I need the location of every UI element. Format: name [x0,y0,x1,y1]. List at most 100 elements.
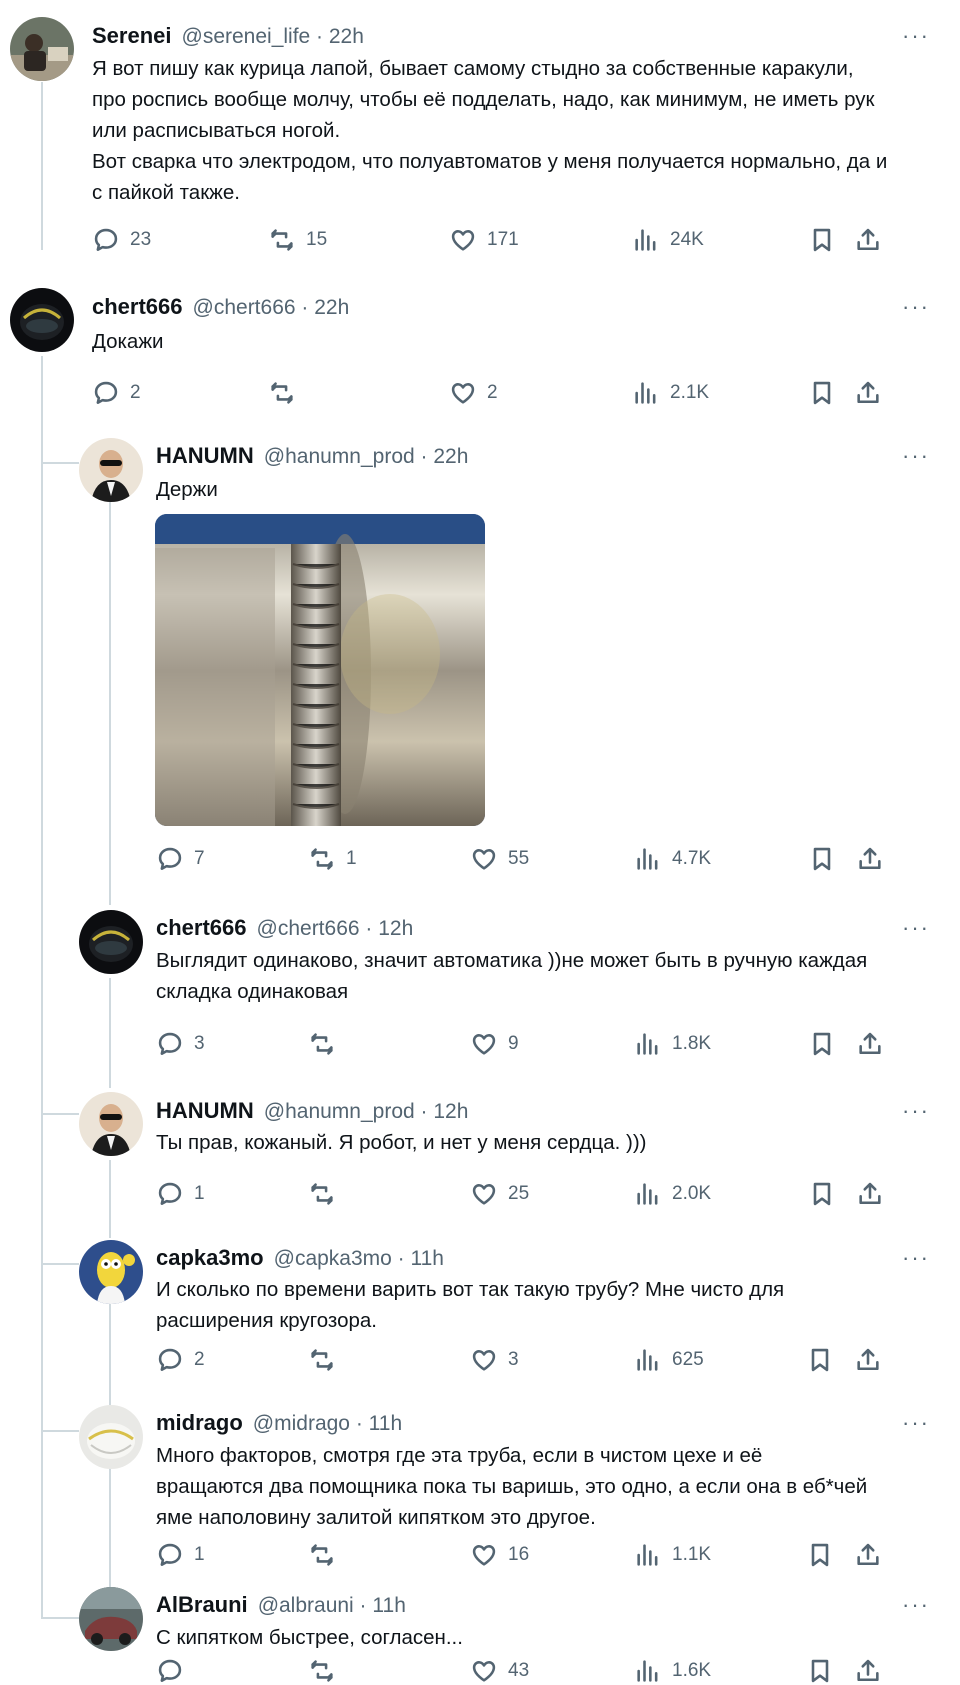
avatar[interactable] [79,1405,143,1469]
retweet-button[interactable] [308,1180,346,1208]
thread-line-nested [109,1467,111,1595]
reply-button[interactable]: 1 [156,1541,205,1569]
author-handle-time[interactable]: @hanumn_prod · 12h [264,1100,469,1124]
author-handle-time[interactable]: @hanumn_prod · 22h [264,445,469,469]
views-button[interactable]: 1.6K [634,1657,711,1685]
reply-button[interactable]: 3 [156,1030,205,1058]
views-button[interactable]: 1.1K [634,1541,711,1569]
more-options-button[interactable]: ··· [902,296,930,318]
like-button[interactable]: 55 [470,845,529,873]
avatar[interactable] [79,1240,143,1304]
action-bar: 7 1 55 4.7K [156,845,896,875]
share-button[interactable] [854,379,882,407]
bookmark-button[interactable] [808,1180,836,1208]
retweet-button[interactable] [268,379,306,407]
author-handle-time[interactable]: @albrauni · 11h [258,1594,406,1618]
thread-line-nested [109,500,111,905]
author-handle-time[interactable]: @midrago · 11h [253,1412,402,1436]
reply-count: 2 [194,1349,205,1370]
retweet-button[interactable] [308,1030,346,1058]
bookmark-button[interactable] [808,379,836,407]
reply-button[interactable]: 2 [156,1346,205,1374]
avatar[interactable] [79,438,143,502]
reply-button[interactable]: 1 [156,1180,205,1208]
bookmark-icon [813,381,831,405]
bookmark-button[interactable] [806,1346,834,1374]
like-button[interactable]: 25 [470,1180,529,1208]
retweet-button[interactable] [308,1346,346,1374]
author-name[interactable]: HANUMN [156,443,254,469]
more-options-button[interactable]: ··· [902,445,930,467]
author-name[interactable]: midrago [156,1410,243,1436]
views-button[interactable]: 4.7K [634,845,711,873]
bookmark-button[interactable] [806,1541,834,1569]
share-button[interactable] [854,1346,882,1374]
more-options-button[interactable]: ··· [902,917,930,939]
share-button[interactable] [856,845,884,873]
more-options-button[interactable]: ··· [902,1247,930,1269]
views-button[interactable]: 1.8K [634,1030,711,1058]
bookmark-icon [811,1543,829,1567]
author-name[interactable]: capka3mo [156,1245,264,1271]
share-button[interactable] [854,1541,882,1569]
like-button[interactable]: 9 [470,1030,519,1058]
reply-button[interactable] [156,1657,194,1685]
views-button[interactable]: 24K [632,226,704,254]
share-button[interactable] [854,1657,882,1685]
more-options-button[interactable]: ··· [902,1594,930,1616]
share-icon [857,1659,879,1682]
author-handle-time[interactable]: @capka3mo · 11h [274,1247,444,1271]
like-button[interactable]: 3 [470,1346,519,1374]
reply-button[interactable]: 23 [92,226,151,254]
like-button[interactable]: 171 [449,226,519,254]
bookmark-button[interactable] [808,1030,836,1058]
more-options-button[interactable]: ··· [902,25,930,47]
retweet-icon [271,382,293,404]
bookmark-button[interactable] [808,226,836,254]
thread-branch [41,462,79,464]
author-handle-time[interactable]: @serenei_life · 22h [182,25,364,49]
share-button[interactable] [856,1030,884,1058]
views-button[interactable]: 625 [634,1346,704,1374]
reply-count: 3 [194,1033,205,1054]
action-bar: 3 9 1.8K [156,1030,896,1060]
reply-button[interactable]: 2 [92,379,141,407]
author-name[interactable]: HANUMN [156,1098,254,1124]
bookmark-icon [813,1182,831,1206]
reply-button[interactable]: 7 [156,845,205,873]
avatar[interactable] [79,910,143,974]
reply-icon [158,1659,182,1682]
author-name[interactable]: chert666 [156,915,247,941]
bookmark-button[interactable] [808,845,836,873]
views-icon [635,229,656,251]
views-button[interactable]: 2.0K [634,1180,711,1208]
author-handle-time[interactable]: @chert666 · 22h [193,296,350,320]
action-bar: 2 3 625 [156,1346,896,1376]
retweet-button[interactable]: 1 [308,845,357,873]
share-button[interactable] [854,226,882,254]
bookmark-icon [811,1348,829,1372]
like-button[interactable]: 2 [449,379,498,407]
author-name[interactable]: AlBrauni [156,1592,248,1618]
views-button[interactable]: 2.1K [632,379,709,407]
like-button[interactable]: 16 [470,1541,529,1569]
retweet-button[interactable]: 15 [268,226,327,254]
avatar[interactable] [79,1587,143,1651]
author-handle-time[interactable]: @chert666 · 12h [257,917,414,941]
like-button[interactable]: 43 [470,1657,529,1685]
tweet-photo[interactable] [155,514,485,826]
retweet-button[interactable] [308,1541,346,1569]
author-name[interactable]: Serenei [92,23,172,49]
action-bar: 1 16 1.1K [156,1541,896,1571]
avatar[interactable] [10,17,74,81]
retweet-icon [271,229,293,251]
share-button[interactable] [856,1180,884,1208]
bookmark-button[interactable] [806,1657,834,1685]
avatar[interactable] [10,288,74,352]
retweet-button[interactable] [308,1657,346,1685]
bookmark-icon [813,228,831,252]
more-options-button[interactable]: ··· [902,1412,930,1434]
avatar[interactable] [79,1092,143,1156]
more-options-button[interactable]: ··· [902,1100,930,1122]
author-name[interactable]: chert666 [92,294,183,320]
